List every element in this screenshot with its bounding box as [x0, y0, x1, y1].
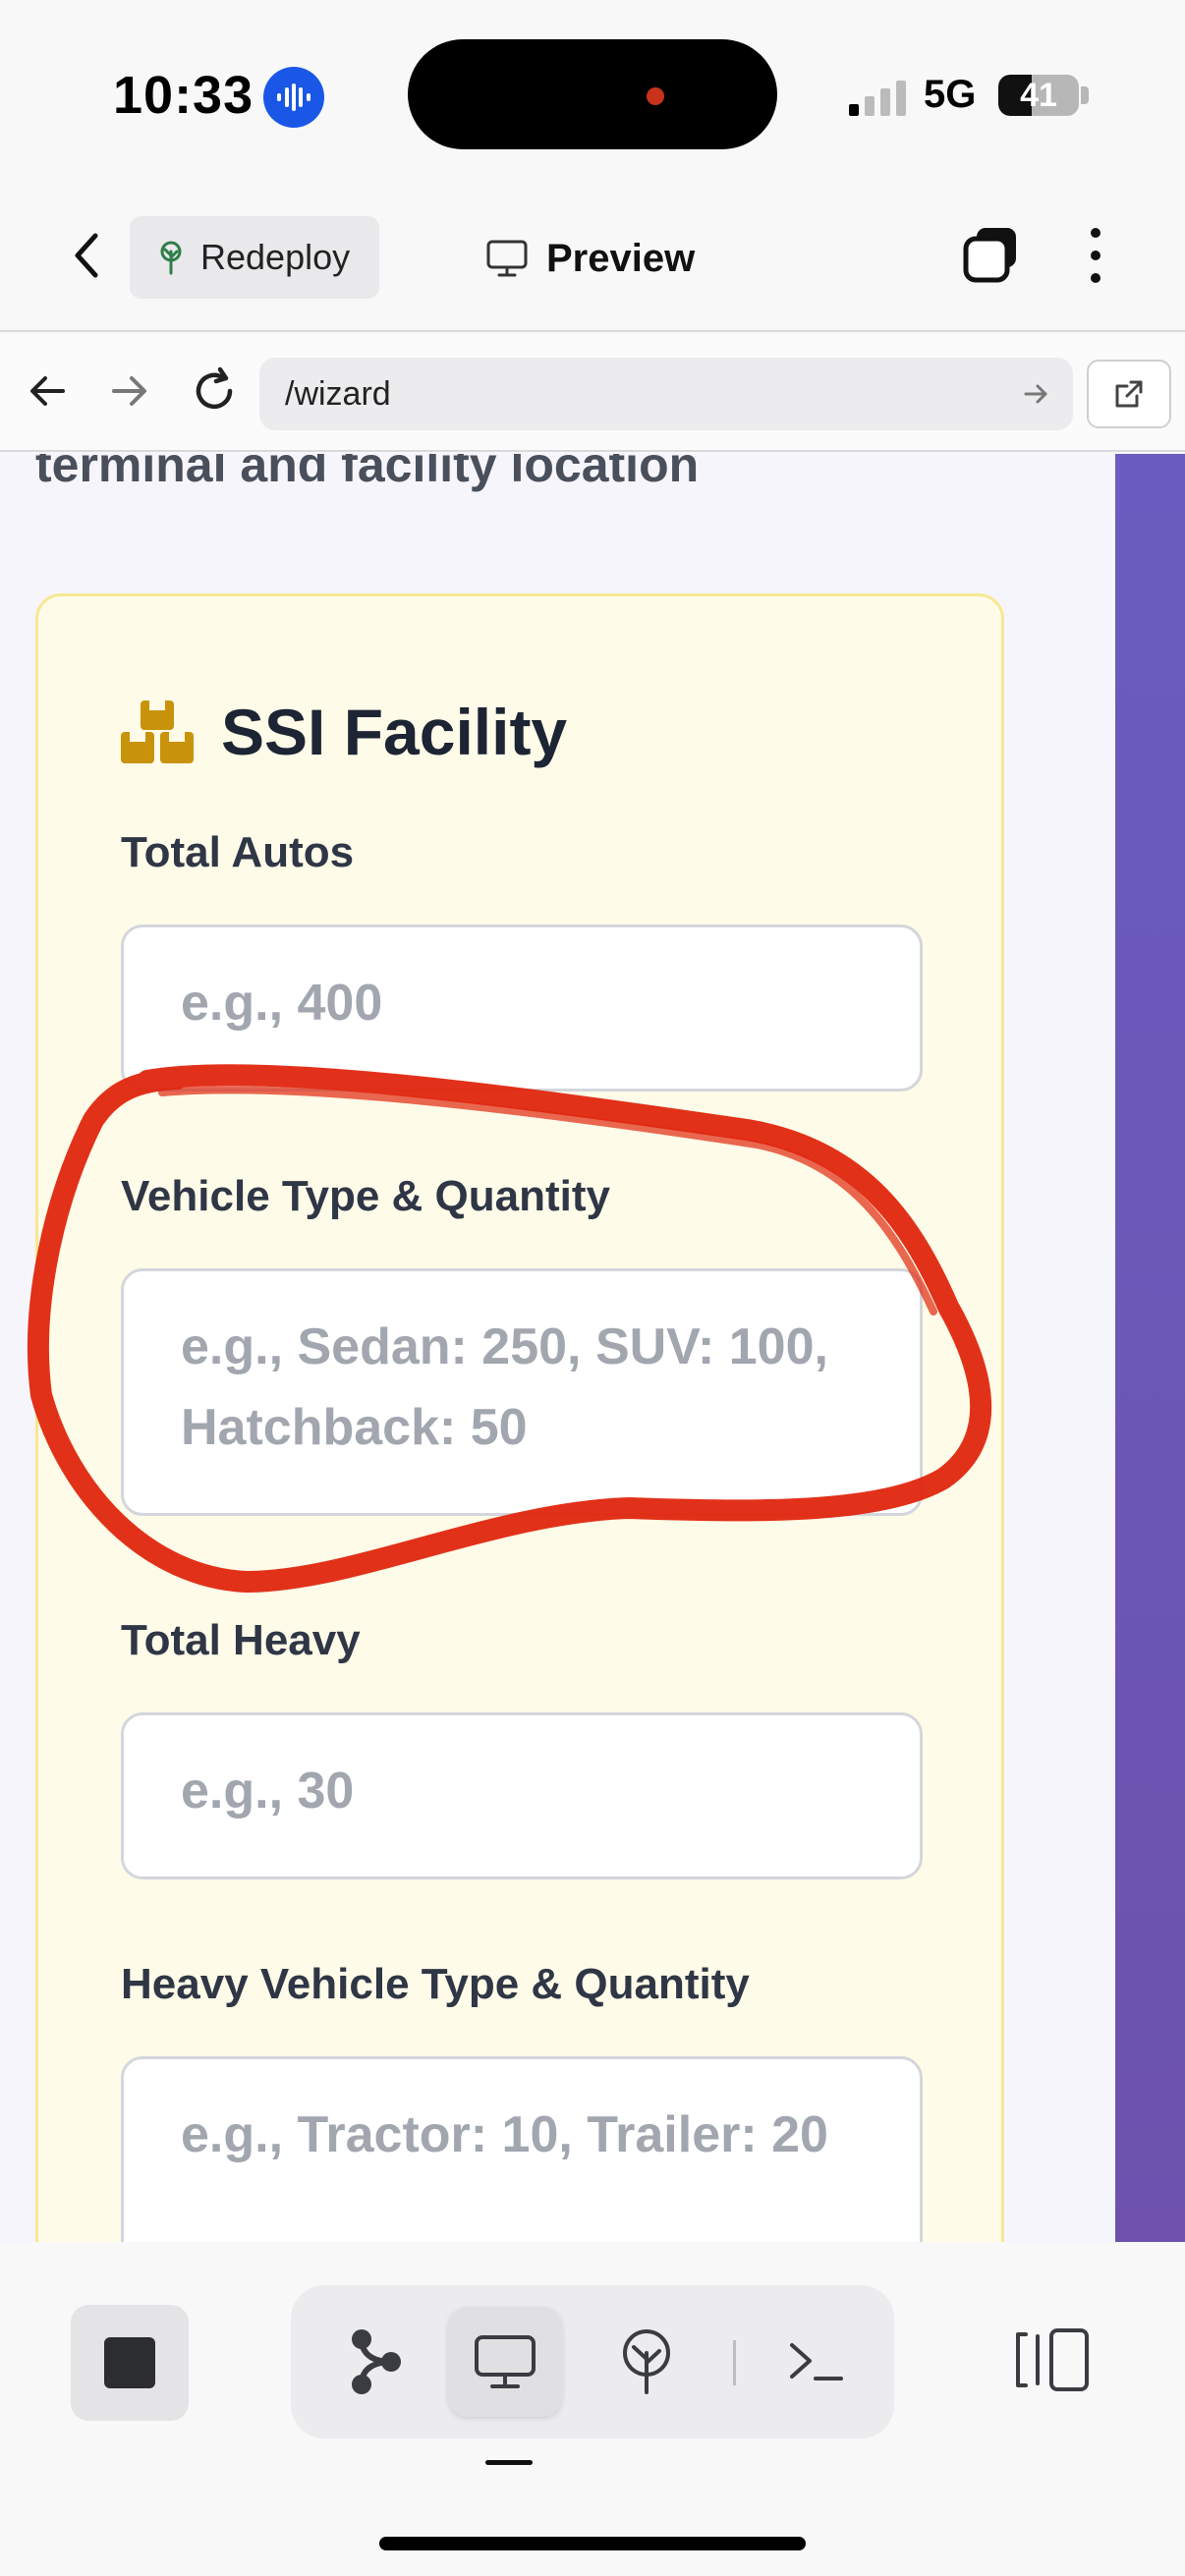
ssi-facility-card: SSI Facility Total Autos e.g., 400 Vehic… — [35, 593, 1004, 2242]
stop-icon — [104, 2337, 155, 2388]
terminal-icon[interactable] — [759, 2307, 873, 2417]
reload-icon[interactable] — [187, 364, 242, 419]
more-vertical-icon[interactable] — [1071, 224, 1120, 287]
card-title: SSI Facility — [221, 696, 568, 768]
redeploy-label: Redeploy — [200, 237, 351, 277]
open-external-icon — [1115, 380, 1143, 408]
heavy-vehicle-type-quantity-label: Heavy Vehicle Type & Quantity — [121, 1960, 750, 2008]
home-indicator[interactable] — [379, 2537, 806, 2550]
app-header: Redeploy Preview — [0, 196, 1185, 332]
status-bar: 10:33 5G 41 — [0, 0, 1185, 196]
vehicle-type-quantity-label: Vehicle Type & Quantity — [121, 1172, 610, 1220]
preview-tab[interactable]: Preview — [485, 224, 695, 293]
arrow-right-icon[interactable] — [106, 367, 153, 415]
heavy-vehicle-type-quantity-placeholder: e.g., Tractor: 10, Trailer: 20 — [181, 2106, 828, 2163]
total-autos-input[interactable]: e.g., 400 — [121, 924, 923, 1092]
status-time: 10:33 — [113, 66, 254, 125]
side-gradient-panel — [1115, 454, 1185, 2242]
monitor-icon[interactable] — [448, 2307, 562, 2417]
vehicle-type-quantity-placeholder: e.g., Sedan: 250, SUV: 100, Hatchback: 5… — [181, 1318, 828, 1456]
flow-icon[interactable] — [318, 2307, 432, 2417]
panel-toggle-icon[interactable] — [1012, 2324, 1091, 2395]
battery-cap — [1081, 86, 1089, 104]
card-title-row: SSI Facility — [119, 695, 567, 769]
battery-level: 41 — [1020, 77, 1057, 114]
url-text: /wizard — [285, 374, 391, 413]
total-autos-placeholder: e.g., 400 — [181, 975, 383, 1032]
recording-indicator-dot — [647, 87, 664, 105]
preview-label: Preview — [546, 236, 696, 280]
active-tab-indicator — [485, 2460, 533, 2465]
voice-waveform-icon[interactable] — [263, 67, 324, 128]
network-type: 5G — [924, 73, 977, 116]
open-external-button[interactable] — [1087, 360, 1171, 428]
stacked-windows-icon[interactable] — [961, 224, 1022, 285]
chevron-left-icon[interactable] — [57, 226, 116, 285]
section-subtitle: terminal and facility location — [35, 454, 700, 492]
toolbar-divider — [733, 2340, 736, 2385]
deploy-tree-icon — [160, 241, 182, 275]
url-go-arrow-icon[interactable] — [1022, 379, 1051, 409]
total-heavy-input[interactable]: e.g., 30 — [121, 1712, 923, 1879]
total-heavy-label: Total Heavy — [121, 1616, 361, 1664]
total-autos-label: Total Autos — [121, 828, 355, 876]
monitor-icon — [486, 240, 528, 277]
stop-button[interactable] — [71, 2305, 189, 2421]
deploy-tree-icon[interactable] — [590, 2307, 704, 2417]
boxes-icon — [121, 700, 194, 763]
tool-group — [291, 2285, 894, 2438]
url-field[interactable]: /wizard — [259, 358, 1073, 430]
heavy-vehicle-type-quantity-input[interactable]: e.g., Tractor: 10, Trailer: 20 — [121, 2056, 923, 2242]
dynamic-island — [408, 39, 777, 149]
battery-icon: 41 — [998, 75, 1079, 116]
arrow-left-icon[interactable] — [24, 367, 71, 415]
browser-bar: /wizard — [0, 334, 1185, 452]
web-view: terminal and facility location SSI Facil… — [0, 454, 1185, 2242]
redeploy-button[interactable]: Redeploy — [130, 216, 379, 299]
vehicle-type-quantity-input[interactable]: e.g., Sedan: 250, SUV: 100, Hatchback: 5… — [121, 1268, 923, 1516]
cellular-signal-icon — [849, 81, 906, 116]
bottom-toolbar — [0, 2242, 1185, 2576]
total-heavy-placeholder: e.g., 30 — [181, 1763, 355, 1820]
